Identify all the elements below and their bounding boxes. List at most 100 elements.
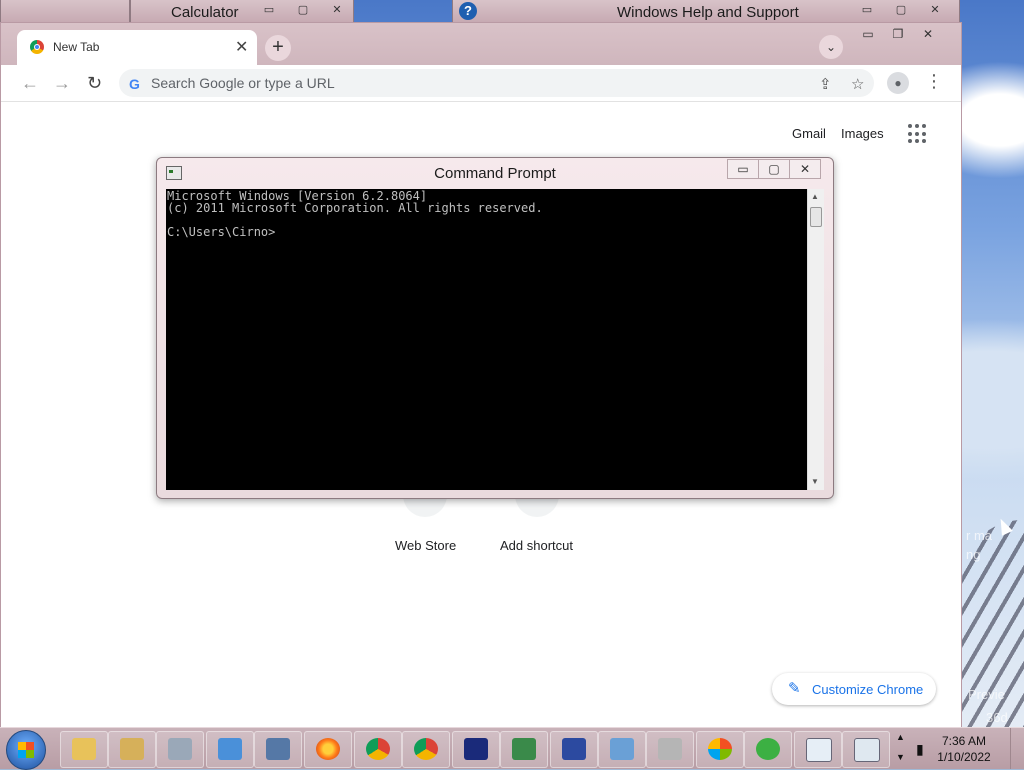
chrome-logo-icon bbox=[30, 40, 44, 54]
desktop-text-1: r ma bbox=[966, 528, 992, 543]
tab-title: New Tab bbox=[53, 40, 100, 54]
pencil-icon: ✎ bbox=[788, 680, 801, 697]
calculator-icon bbox=[806, 738, 832, 762]
help-title: Windows Help and Support bbox=[617, 4, 799, 21]
folder-icon bbox=[72, 738, 96, 760]
background-window-left[interactable] bbox=[0, 0, 130, 23]
taskbar-documents[interactable] bbox=[156, 731, 204, 768]
calculator-window[interactable]: Calculator ▭ ▢ ✕ bbox=[130, 0, 354, 23]
calculator-minimize-button[interactable]: ▭ bbox=[255, 2, 283, 18]
computer-icon bbox=[266, 738, 290, 760]
tray-expand-up-icon[interactable]: ▲ bbox=[896, 732, 905, 742]
chrome-minimize-button[interactable]: ▭ bbox=[853, 27, 883, 41]
command-prompt-icon bbox=[464, 738, 488, 760]
command-prompt-window[interactable]: Command Prompt ▭ ▢ ✕ Microsoft Windows [… bbox=[156, 157, 834, 499]
calculator-maximize-button[interactable]: ▢ bbox=[289, 2, 317, 18]
taskbar-clock[interactable]: 7:36 AM 1/10/2022 bbox=[934, 733, 994, 765]
blue-app-icon bbox=[218, 738, 242, 760]
clock-date: 1/10/2022 bbox=[937, 750, 991, 764]
scroll-up-arrow-icon[interactable]: ▲ bbox=[811, 192, 819, 201]
cmd-scrollbar[interactable]: ▲ ▼ bbox=[807, 189, 824, 490]
cmd-line-2: (c) 2011 Microsoft Corporation. All righ… bbox=[167, 201, 543, 215]
grid-app-icon bbox=[562, 738, 586, 760]
windows-flag-icon bbox=[708, 738, 732, 760]
calculator-title: Calculator bbox=[171, 4, 239, 21]
firefox-icon bbox=[316, 738, 340, 760]
shortcut-label-add-shortcut[interactable]: Add shortcut bbox=[500, 538, 573, 553]
cmd-close-button[interactable]: ✕ bbox=[789, 159, 821, 179]
tab-search-button[interactable]: ⌄ bbox=[819, 35, 843, 59]
gmail-link[interactable]: Gmail bbox=[792, 126, 826, 141]
taskbar-cmd[interactable] bbox=[452, 731, 500, 768]
taskbar-grid-app[interactable] bbox=[550, 731, 598, 768]
forward-button[interactable]: → bbox=[53, 73, 71, 94]
chrome-close-button[interactable]: ✕ bbox=[913, 27, 943, 41]
taskbar: ▲ ▼ ▮ 7:36 AM 1/10/2022 bbox=[0, 727, 1024, 770]
taskbar-computer[interactable] bbox=[254, 731, 302, 768]
network-tray-icon[interactable]: ▮ bbox=[916, 741, 924, 758]
cmd-window-controls: ▭ ▢ ✕ bbox=[727, 159, 821, 179]
scroll-down-arrow-icon[interactable]: ▼ bbox=[811, 477, 819, 486]
help-window[interactable]: ? Windows Help and Support ▭ ▢ ✕ bbox=[452, 0, 960, 23]
cmd-prompt-line: C:\Users\Cirno> bbox=[167, 225, 276, 239]
help-window-icon bbox=[854, 738, 880, 762]
sync-icon bbox=[756, 738, 780, 760]
tab-close-icon[interactable]: ✕ bbox=[235, 37, 248, 57]
customize-chrome-button[interactable]: ✎ Customize Chrome bbox=[772, 673, 936, 705]
taskbar-chrome-1[interactable] bbox=[354, 731, 402, 768]
taskbar-sync[interactable] bbox=[744, 731, 792, 768]
chrome-icon bbox=[414, 738, 438, 760]
chrome-menu-icon[interactable]: ⋮ bbox=[925, 71, 943, 92]
profile-avatar-icon[interactable]: ● bbox=[887, 72, 909, 94]
control-panel-icon bbox=[610, 738, 634, 760]
taskbar-explorer[interactable] bbox=[60, 731, 108, 768]
start-button[interactable] bbox=[6, 730, 46, 770]
user-folder-icon bbox=[120, 738, 144, 760]
taskbar-control-panel[interactable] bbox=[598, 731, 646, 768]
taskbar-chrome-2[interactable] bbox=[402, 731, 450, 768]
share-icon[interactable]: ⇪ bbox=[819, 75, 832, 93]
cmd-minimize-button[interactable]: ▭ bbox=[727, 159, 759, 179]
show-desktop-button[interactable] bbox=[1010, 728, 1024, 769]
google-apps-icon[interactable] bbox=[908, 124, 928, 144]
reload-button[interactable]: ↻ bbox=[87, 73, 102, 94]
images-link[interactable]: Images bbox=[841, 126, 884, 141]
google-g-icon: G bbox=[129, 76, 140, 92]
taskbar-windows-update[interactable] bbox=[696, 731, 744, 768]
printer-icon bbox=[658, 738, 682, 760]
clock-time: 7:36 AM bbox=[941, 734, 987, 748]
omnibox-placeholder: Search Google or type a URL bbox=[151, 75, 335, 91]
chrome-icon bbox=[366, 738, 390, 760]
chrome-toolbar: ← → ↻ G Search Google or type a URL ⇪ ☆ … bbox=[1, 65, 961, 102]
taskbar-user-folder[interactable] bbox=[108, 731, 156, 768]
desktop-text-4: 36d bbox=[986, 710, 1008, 725]
new-tab-button[interactable]: + bbox=[265, 35, 291, 61]
help-minimize-button[interactable]: ▭ bbox=[853, 2, 881, 18]
chrome-window-controls: ▭ ❐ ✕ bbox=[853, 27, 943, 41]
tab-new-tab[interactable]: New Tab ✕ bbox=[17, 30, 257, 65]
taskbar-firefox[interactable] bbox=[304, 731, 352, 768]
help-close-button[interactable]: ✕ bbox=[921, 2, 949, 18]
bookmark-star-icon[interactable]: ☆ bbox=[851, 75, 864, 93]
taskbar-printer[interactable] bbox=[646, 731, 694, 768]
omnibox[interactable]: G Search Google or type a URL ⇪ ☆ bbox=[119, 69, 874, 97]
chrome-maximize-button[interactable]: ❐ bbox=[883, 27, 913, 41]
desktop-text-3: Previe bbox=[968, 687, 1005, 702]
back-button[interactable]: ← bbox=[21, 73, 39, 94]
calculator-close-button[interactable]: ✕ bbox=[323, 2, 351, 18]
shortcut-label-web-store[interactable]: Web Store bbox=[395, 538, 456, 553]
taskbar-calculator[interactable] bbox=[794, 731, 842, 768]
documents-icon bbox=[168, 738, 192, 760]
desktop-text-2: ng bbox=[966, 547, 981, 562]
taskbar-help[interactable] bbox=[842, 731, 890, 768]
customize-chrome-label: Customize Chrome bbox=[812, 682, 924, 697]
tray-expand-down-icon[interactable]: ▼ bbox=[896, 752, 905, 762]
help-maximize-button[interactable]: ▢ bbox=[887, 2, 915, 18]
taskbar-app-4[interactable] bbox=[206, 731, 254, 768]
network-icon bbox=[512, 738, 536, 760]
help-icon: ? bbox=[459, 2, 477, 20]
scroll-thumb[interactable] bbox=[810, 207, 822, 227]
taskbar-network[interactable] bbox=[500, 731, 548, 768]
cmd-console[interactable]: Microsoft Windows [Version 6.2.8064] (c)… bbox=[166, 189, 807, 490]
cmd-maximize-button[interactable]: ▢ bbox=[758, 159, 790, 179]
